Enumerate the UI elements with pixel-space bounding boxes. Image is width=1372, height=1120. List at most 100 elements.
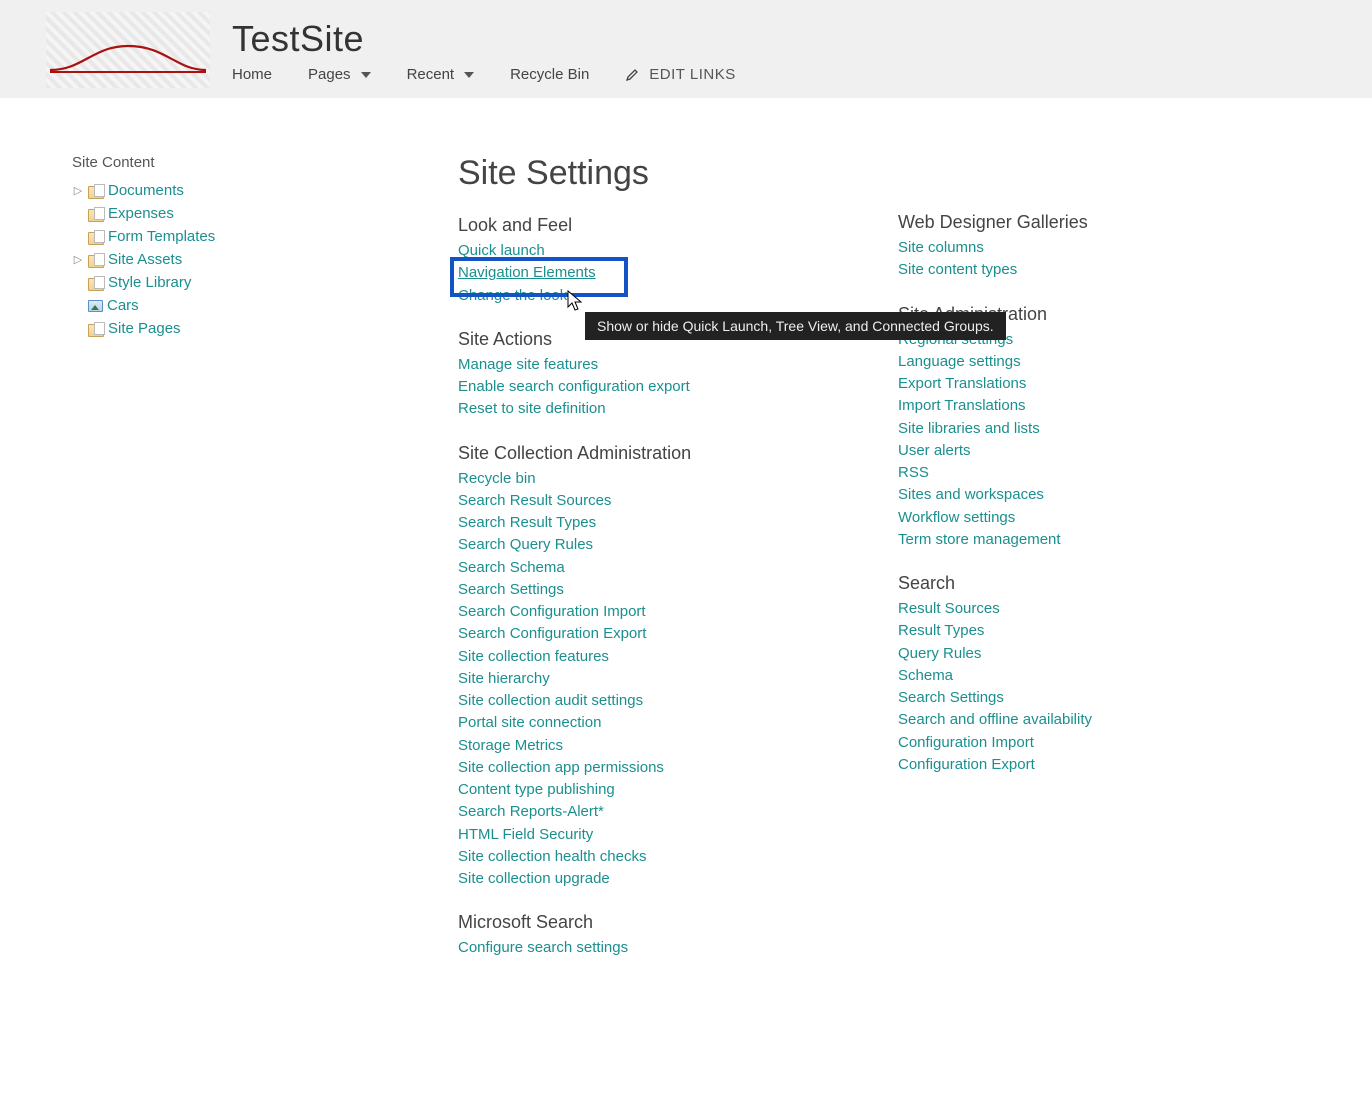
sidebar-item-link[interactable]: Style Library xyxy=(108,274,191,291)
settings-link[interactable]: Workflow settings xyxy=(898,509,1015,526)
settings-link[interactable]: Site columns xyxy=(898,239,984,256)
expand-icon[interactable]: ▷ xyxy=(72,253,84,266)
section-heading: Web Designer Galleries xyxy=(898,212,1198,233)
settings-link[interactable]: Export Translations xyxy=(898,375,1026,392)
settings-link[interactable]: Search Settings xyxy=(458,581,564,598)
link-list-item: Search Settings xyxy=(898,687,1198,709)
sidebar-tree: ▷ Documents Expenses Form Templates ▷ Site As… xyxy=(72,179,390,340)
link-list-item: Configuration Export xyxy=(898,754,1198,776)
settings-link[interactable]: Result Sources xyxy=(898,600,1000,617)
settings-link[interactable]: Quick launch xyxy=(458,242,545,259)
picture-library-icon xyxy=(88,300,103,312)
page-title: Site Settings xyxy=(458,154,818,193)
settings-link[interactable]: Query Rules xyxy=(898,645,981,662)
settings-link[interactable]: Site collection audit settings xyxy=(458,692,643,709)
pencil-icon xyxy=(625,68,639,82)
section-heading: Look and Feel xyxy=(458,215,818,236)
sidebar-item[interactable]: ▷ Documents xyxy=(72,179,390,202)
edit-links-button[interactable]: EDIT LINKS xyxy=(625,66,735,83)
settings-link[interactable]: Enable search configuration export xyxy=(458,378,690,395)
settings-link[interactable]: Reset to site definition xyxy=(458,400,606,417)
sidebar-item-link[interactable]: Site Assets xyxy=(108,251,182,268)
sidebar-item[interactable]: ▷ Site Assets xyxy=(72,248,390,271)
settings-link[interactable]: Search Configuration Export xyxy=(458,625,646,642)
settings-link[interactable]: Site collection features xyxy=(458,648,609,665)
sidebar-item-link[interactable]: Site Pages xyxy=(108,320,181,337)
link-list-item: Manage site features xyxy=(458,354,818,376)
nav-pages[interactable]: Pages xyxy=(308,66,371,83)
settings-link[interactable]: Search and offline availability xyxy=(898,711,1092,728)
settings-link[interactable]: Search Schema xyxy=(458,559,565,576)
settings-link[interactable]: Import Translations xyxy=(898,397,1026,414)
settings-link[interactable]: Schema xyxy=(898,667,953,684)
link-list-item: Site collection health checks xyxy=(458,846,818,868)
settings-link[interactable]: Site collection health checks xyxy=(458,848,646,865)
link-list-item: Search Schema xyxy=(458,557,818,579)
sidebar-item[interactable]: Expenses xyxy=(72,202,390,225)
document-library-icon xyxy=(88,322,104,336)
top-nav: Home Pages Recent Recycle Bin EDIT LINKS xyxy=(232,66,736,83)
link-list: Manage site features Enable search config… xyxy=(458,354,818,421)
settings-link[interactable]: Search Result Sources xyxy=(458,492,611,509)
settings-link[interactable]: HTML Field Security xyxy=(458,826,593,843)
link-list-item: Export Translations xyxy=(898,373,1198,395)
sidebar-item-link[interactable]: Form Templates xyxy=(108,228,215,245)
sidebar-item[interactable]: Cars xyxy=(72,294,390,317)
settings-link[interactable]: Search Settings xyxy=(898,689,1004,706)
link-list-item: RSS xyxy=(898,462,1198,484)
link-list-item: Site collection upgrade xyxy=(458,868,818,890)
link-list: Result Sources Result Types Query Rules Sch… xyxy=(898,598,1198,776)
settings-link[interactable]: Search Configuration Import xyxy=(458,603,646,620)
nav-recycle-bin[interactable]: Recycle Bin xyxy=(510,66,589,83)
section-heading: Microsoft Search xyxy=(458,912,818,933)
edit-links-label: EDIT LINKS xyxy=(649,66,735,83)
site-title[interactable]: TestSite xyxy=(232,18,736,60)
settings-link[interactable]: Site libraries and lists xyxy=(898,420,1040,437)
settings-link[interactable]: Portal site connection xyxy=(458,714,601,731)
link-list-item: Schema xyxy=(898,665,1198,687)
site-logo[interactable] xyxy=(46,12,210,88)
sidebar-item-link[interactable]: Cars xyxy=(107,297,139,314)
link-list-item: Storage Metrics xyxy=(458,735,818,757)
settings-link[interactable]: Configuration Import xyxy=(898,734,1034,751)
nav-recent[interactable]: Recent xyxy=(407,66,475,83)
settings-link[interactable]: Site content types xyxy=(898,261,1017,278)
sidebar-item[interactable]: Site Pages xyxy=(72,317,390,340)
settings-link[interactable]: Navigation Elements xyxy=(458,264,596,281)
nav-home[interactable]: Home xyxy=(232,66,272,83)
header: TestSite Home Pages Recent Recycle Bin E… xyxy=(0,0,1372,98)
nav-recent-label: Recent xyxy=(407,66,455,83)
settings-link[interactable]: Result Types xyxy=(898,622,984,639)
sidebar-item[interactable]: Style Library xyxy=(72,271,390,294)
settings-link[interactable]: Term store management xyxy=(898,531,1061,548)
sidebar-item-link[interactable]: Documents xyxy=(108,182,184,199)
settings-link[interactable]: Sites and workspaces xyxy=(898,486,1044,503)
settings-link[interactable]: Site collection app permissions xyxy=(458,759,664,776)
sidebar-item[interactable]: Form Templates xyxy=(72,225,390,248)
nav-pages-label: Pages xyxy=(308,66,351,83)
settings-link[interactable]: Storage Metrics xyxy=(458,737,563,754)
settings-link[interactable]: Configuration Export xyxy=(898,756,1035,773)
link-list-item: Site collection audit settings xyxy=(458,690,818,712)
settings-link[interactable]: Site hierarchy xyxy=(458,670,550,687)
settings-link[interactable]: Content type publishing xyxy=(458,781,615,798)
link-list-item: Recycle bin xyxy=(458,468,818,490)
link-list-item: HTML Field Security xyxy=(458,824,818,846)
settings-link[interactable]: Search Query Rules xyxy=(458,536,593,553)
settings-link[interactable]: Recycle bin xyxy=(458,470,536,487)
settings-link[interactable]: Site collection upgrade xyxy=(458,870,610,887)
settings-link[interactable]: Language settings xyxy=(898,353,1021,370)
sidebar-item-link[interactable]: Expenses xyxy=(108,205,174,222)
settings-link[interactable]: User alerts xyxy=(898,442,971,459)
link-list-item: Configuration Import xyxy=(898,732,1198,754)
main-content: Site Settings Look and Feel Quick launch N… xyxy=(390,154,1372,960)
settings-link[interactable]: Search Reports-Alert* xyxy=(458,803,604,820)
settings-link[interactable]: RSS xyxy=(898,464,929,481)
settings-link[interactable]: Change the look xyxy=(458,287,567,304)
settings-link[interactable]: Manage site features xyxy=(458,356,598,373)
settings-link[interactable]: Search Result Types xyxy=(458,514,596,531)
expand-icon[interactable]: ▷ xyxy=(72,184,84,197)
chevron-down-icon xyxy=(464,72,474,78)
link-list-item: Term store management xyxy=(898,529,1198,551)
settings-link[interactable]: Configure search settings xyxy=(458,939,628,956)
